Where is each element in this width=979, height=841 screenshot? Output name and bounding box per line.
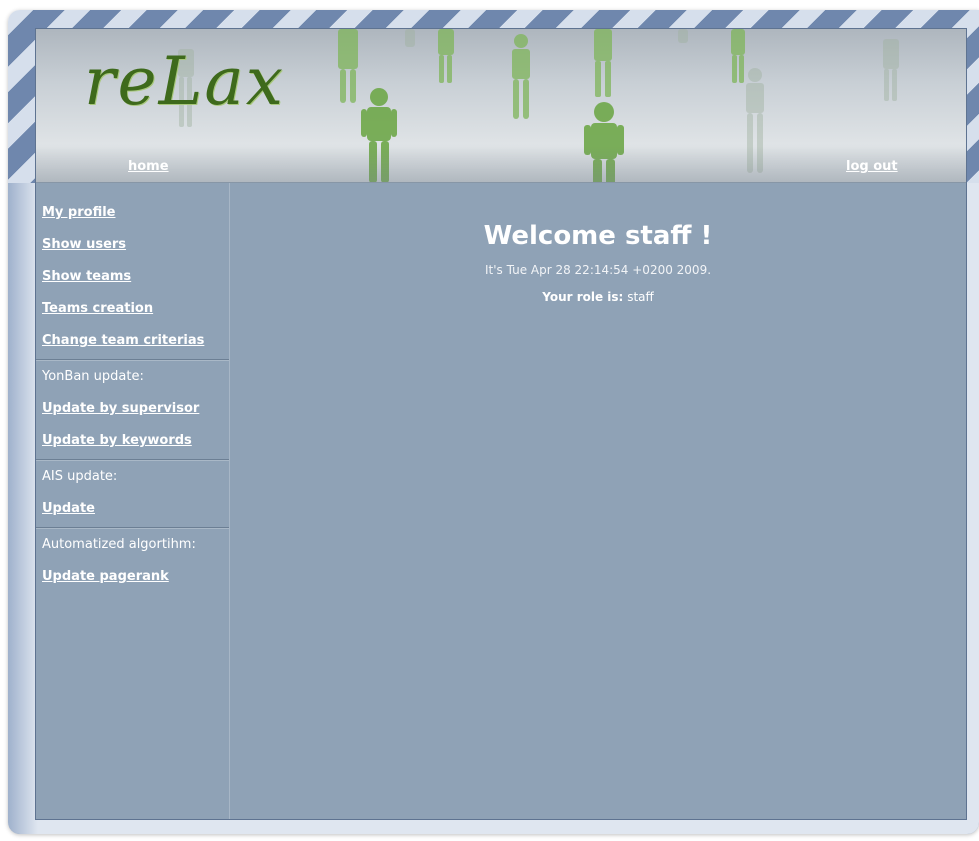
sidebar-item-update-by-supervisor[interactable]: Update by supervisor [36, 393, 229, 425]
sidebar-heading-ais: AIS update: [42, 469, 118, 484]
role-value: staff [627, 290, 654, 304]
sidebar-heading-algorithm: Automatized algortihm: [42, 537, 196, 552]
logout-link[interactable]: log out [846, 159, 898, 174]
welcome-heading: Welcome staff ! [483, 221, 713, 251]
sidebar: My profile Show users Show teams Teams c… [36, 183, 230, 819]
main-content: Welcome staff ! It's Tue Apr 28 22:14:54… [230, 183, 966, 819]
sidebar-item-ais-update[interactable]: Update [36, 493, 229, 525]
header-banner: reLax home log out [36, 29, 966, 183]
sidebar-item-update-pagerank[interactable]: Update pagerank [36, 561, 229, 593]
sidebar-heading-yonban: YonBan update: [42, 369, 144, 384]
sidebar-item-teams-creation[interactable]: Teams creation [36, 293, 229, 325]
sidebar-item-my-profile[interactable]: My profile [36, 197, 229, 229]
sidebar-item-show-users[interactable]: Show users [36, 229, 229, 261]
page-container: reLax home log out My profile Show users… [35, 28, 967, 820]
role-label: Your role is: [542, 290, 624, 304]
sidebar-item-update-by-keywords[interactable]: Update by keywords [36, 425, 229, 457]
role-line: Your role is: staff [230, 290, 966, 304]
date-line: It's Tue Apr 28 22:14:54 +0200 2009. [484, 263, 712, 277]
sidebar-item-change-team-criterias[interactable]: Change team criterias [36, 325, 229, 357]
sidebar-item-show-teams[interactable]: Show teams [36, 261, 229, 293]
home-link[interactable]: home [128, 159, 169, 174]
site-logo: reLax [84, 43, 286, 120]
header-shade [36, 147, 966, 182]
